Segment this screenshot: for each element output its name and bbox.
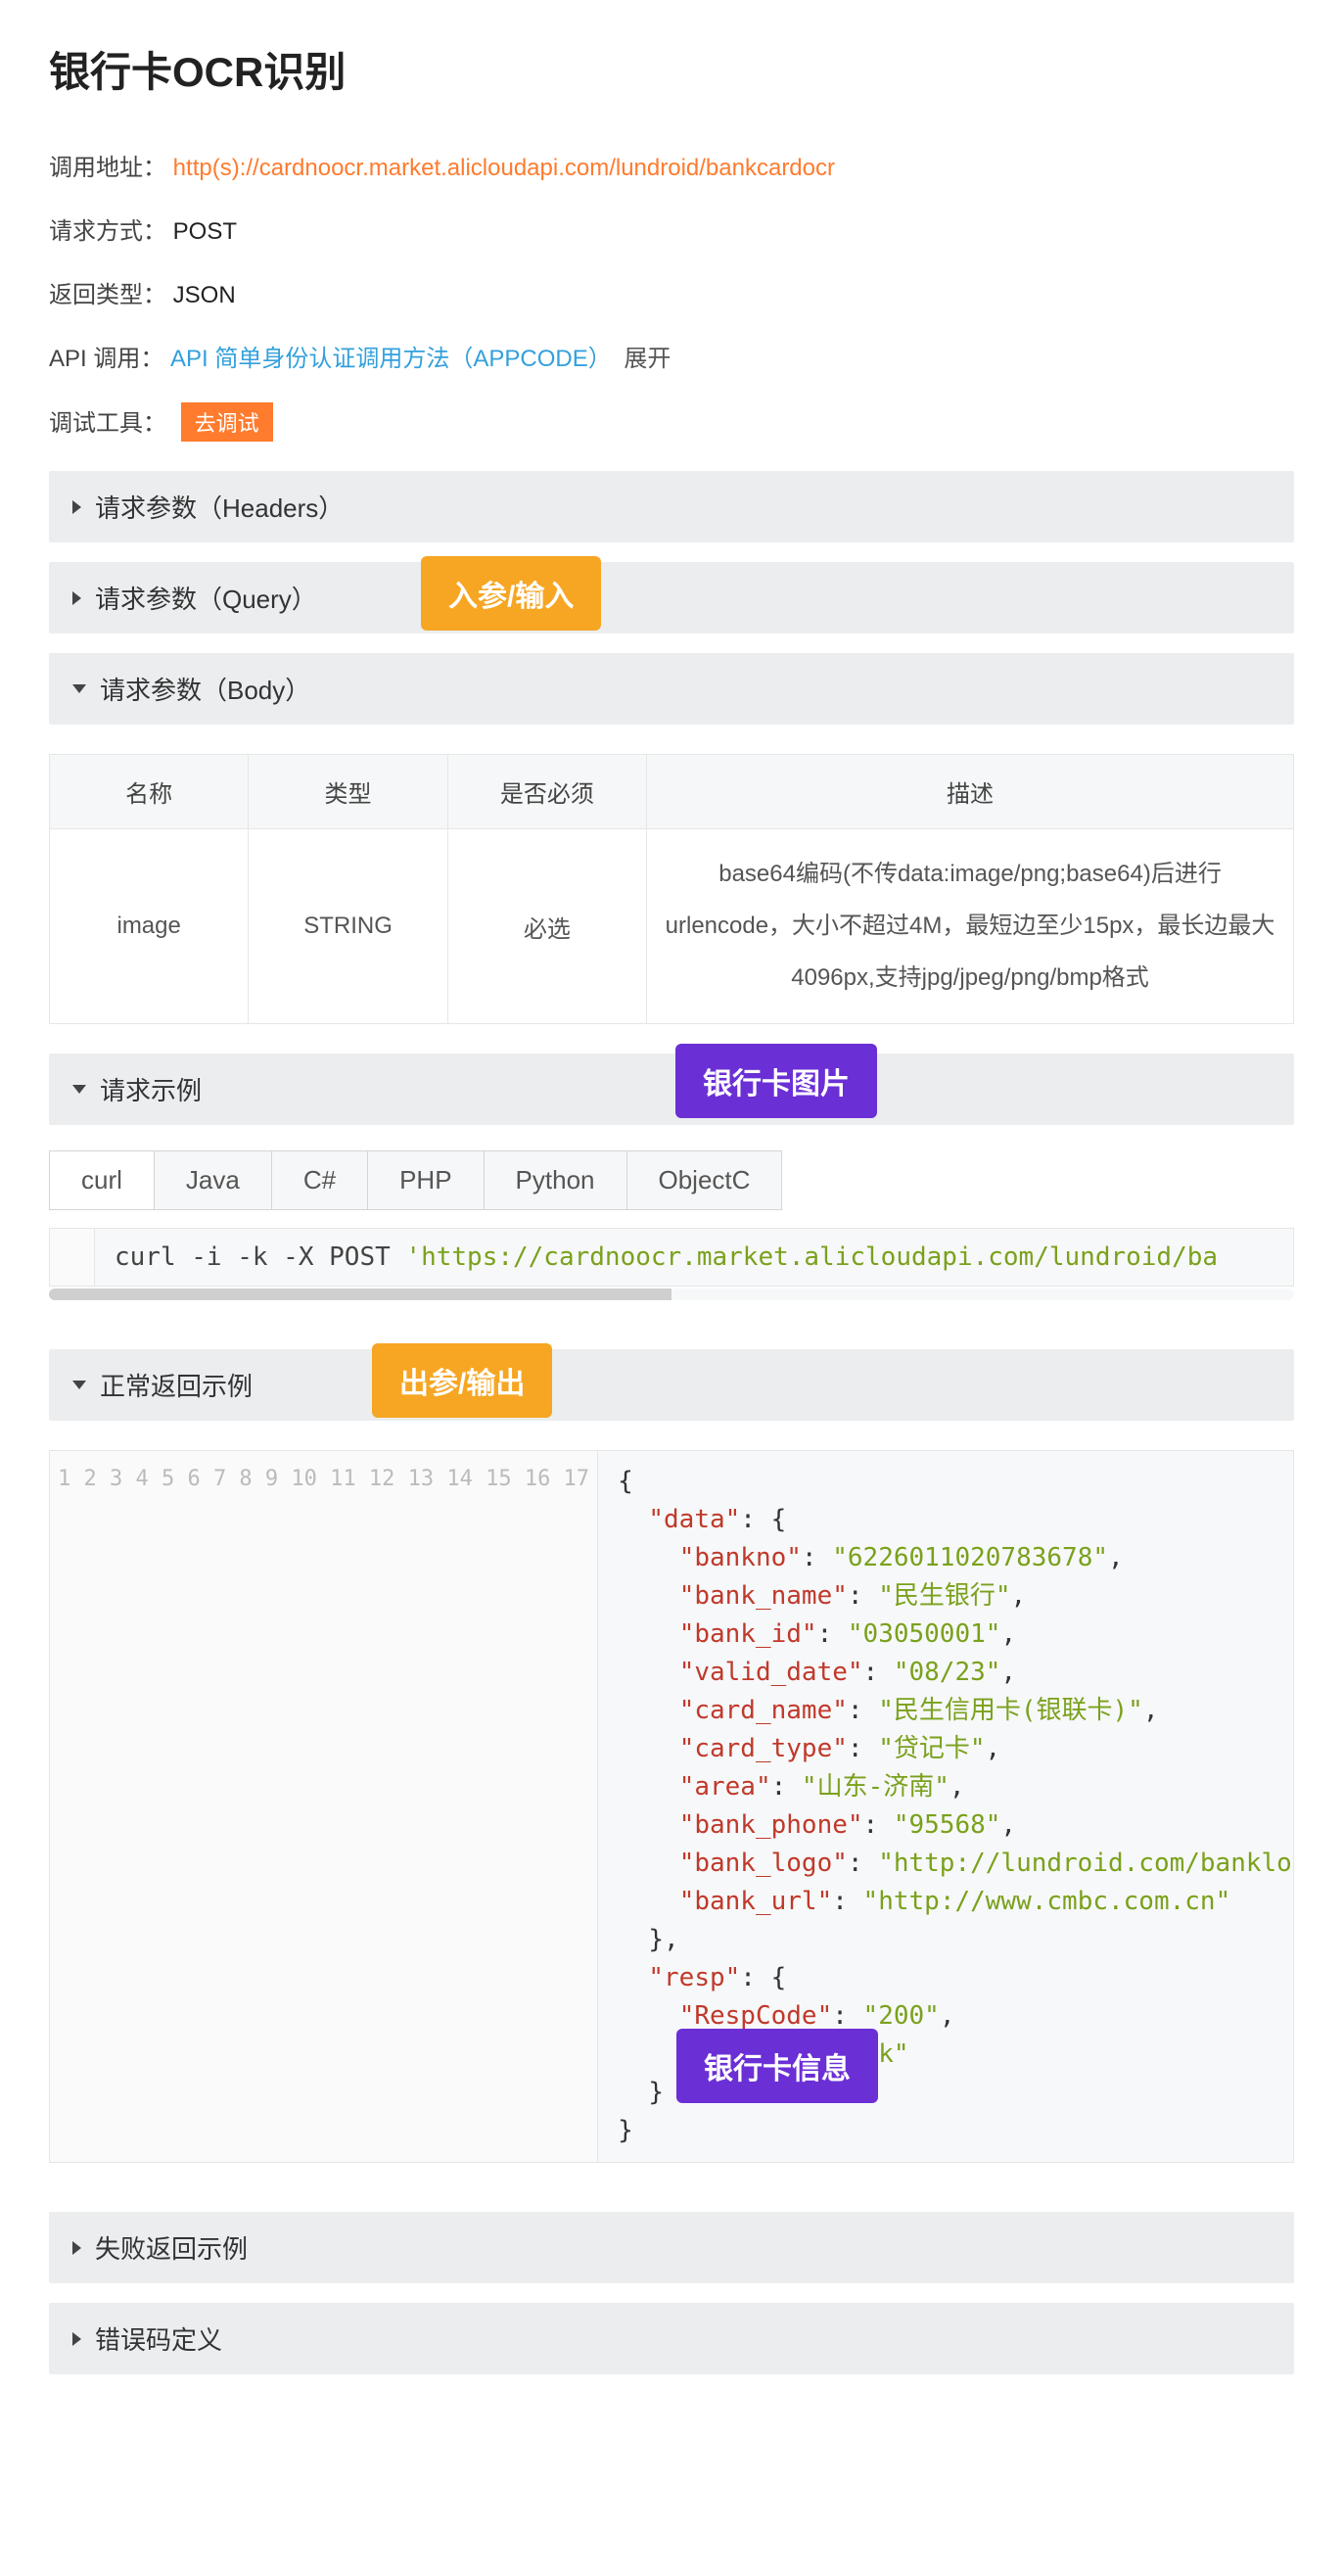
page-title: 银行卡OCR识别 xyxy=(49,39,1294,99)
api-label: API 调用： xyxy=(49,346,163,372)
td-type: STRING xyxy=(249,829,447,1024)
tab-python[interactable]: Python xyxy=(484,1150,627,1210)
accordion-resp-ok-label: 正常返回示例 xyxy=(100,1367,253,1403)
table-row: image STRING 必选 base64编码(不传data:image/pn… xyxy=(50,829,1294,1024)
chevron-right-icon xyxy=(72,500,81,514)
code-tabs: curl Java C# PHP Python ObjectC xyxy=(49,1150,1294,1210)
meta-api: API 调用： API 简单身份认证调用方法（APPCODE） 展开 xyxy=(49,339,1294,373)
chevron-right-icon xyxy=(72,2241,81,2255)
tab-curl[interactable]: curl xyxy=(49,1150,155,1210)
chevron-down-icon xyxy=(72,1085,86,1094)
td-desc: base64编码(不传data:image/png;base64)后进行urle… xyxy=(647,829,1294,1024)
accordion-headers-label: 请求参数（Headers） xyxy=(95,489,344,525)
badge-card-info: 银行卡信息 xyxy=(676,2029,878,2103)
td-name: image xyxy=(50,829,249,1024)
td-req: 必选 xyxy=(447,829,646,1024)
json-line-numbers: 1 2 3 4 5 6 7 8 9 10 11 12 13 14 15 16 1… xyxy=(50,1451,598,2162)
return-value: JSON xyxy=(173,282,236,308)
meta-method: 请求方式： POST xyxy=(49,211,1294,246)
tab-java[interactable]: Java xyxy=(154,1150,272,1210)
accordion-resp-ok[interactable]: 正常返回示例 xyxy=(49,1349,1294,1421)
curl-code[interactable]: curl -i -k -X POST 'https://cardnoocr.ma… xyxy=(50,1229,1293,1286)
th-req: 是否必须 xyxy=(447,755,646,829)
curl-code-block: curl -i -k -X POST 'https://cardnoocr.ma… xyxy=(49,1228,1294,1287)
url-value[interactable]: http(s)://cardnoocr.market.alicloudapi.c… xyxy=(173,155,835,181)
scrollbar[interactable] xyxy=(49,1288,1294,1300)
accordion-req-example-label: 请求示例 xyxy=(100,1071,202,1107)
meta-debug: 调试工具： 去调试 xyxy=(49,402,1294,442)
method-label: 请求方式： xyxy=(49,218,166,245)
accordion-body-label: 请求参数（Body） xyxy=(100,671,310,707)
badge-input: 入参/输入 xyxy=(421,556,601,631)
tab-objectc[interactable]: ObjectC xyxy=(626,1150,783,1210)
method-value: POST xyxy=(173,218,237,245)
api-value[interactable]: API 简单身份认证调用方法（APPCODE） xyxy=(170,346,612,372)
accordion-query-label: 请求参数（Query） xyxy=(95,580,317,616)
json-response-block: 1 2 3 4 5 6 7 8 9 10 11 12 13 14 15 16 1… xyxy=(49,1450,1294,2163)
th-type: 类型 xyxy=(249,755,447,829)
meta-url: 调用地址： http(s)://cardnoocr.market.aliclou… xyxy=(49,148,1294,182)
th-name: 名称 xyxy=(50,755,249,829)
accordion-query[interactable]: 请求参数（Query） xyxy=(49,562,1294,633)
api-expand[interactable]: 展开 xyxy=(624,346,671,372)
params-table: 名称 类型 是否必须 描述 image STRING 必选 base64编码(不… xyxy=(49,754,1294,1024)
accordion-resp-fail[interactable]: 失败返回示例 xyxy=(49,2212,1294,2283)
accordion-body[interactable]: 请求参数（Body） xyxy=(49,653,1294,725)
tab-php[interactable]: PHP xyxy=(367,1150,484,1210)
chevron-down-icon xyxy=(72,1381,86,1389)
url-label: 调用地址： xyxy=(49,155,166,181)
accordion-resp-fail-label: 失败返回示例 xyxy=(95,2229,248,2266)
chevron-right-icon xyxy=(72,2332,81,2346)
debug-button[interactable]: 去调试 xyxy=(181,402,273,442)
return-label: 返回类型： xyxy=(49,282,166,308)
accordion-headers[interactable]: 请求参数（Headers） xyxy=(49,471,1294,542)
accordion-req-example[interactable]: 请求示例 xyxy=(49,1054,1294,1125)
accordion-err-def-label: 错误码定义 xyxy=(95,2320,222,2357)
th-desc: 描述 xyxy=(647,755,1294,829)
accordion-err-def[interactable]: 错误码定义 xyxy=(49,2303,1294,2374)
chevron-right-icon xyxy=(72,591,81,605)
code-gutter xyxy=(50,1229,95,1286)
tab-csharp[interactable]: C# xyxy=(271,1150,368,1210)
meta-return: 返回类型： JSON xyxy=(49,275,1294,309)
debug-label: 调试工具： xyxy=(49,410,166,437)
badge-output: 出参/输出 xyxy=(372,1343,552,1418)
chevron-down-icon xyxy=(72,684,86,693)
badge-card-img: 银行卡图片 xyxy=(675,1044,877,1118)
